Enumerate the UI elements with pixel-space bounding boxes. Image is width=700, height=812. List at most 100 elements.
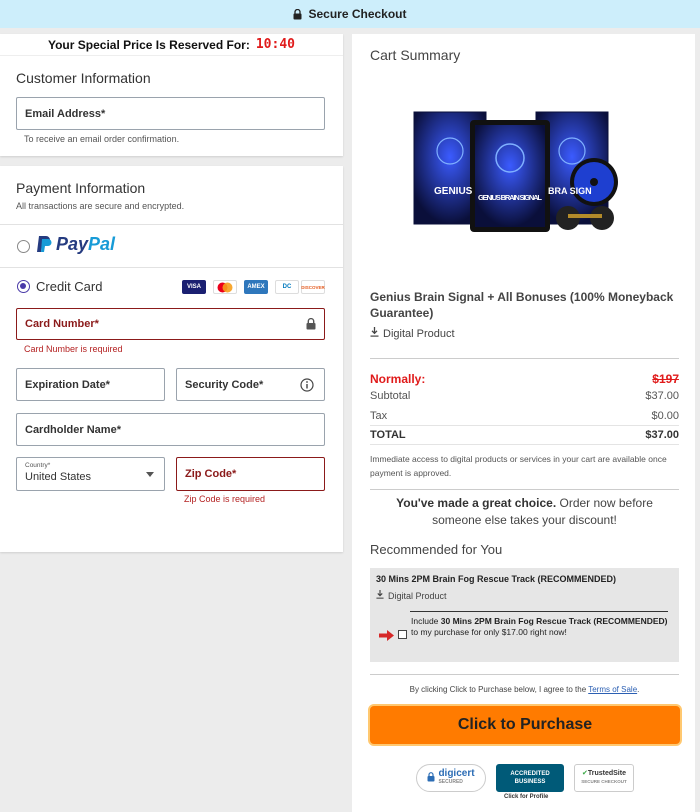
- chevron-down-icon: [146, 472, 154, 477]
- secure-checkout-bar: Secure Checkout: [0, 0, 700, 28]
- cart-summary-title: Cart Summary: [370, 47, 461, 63]
- security-code-field[interactable]: Security Code*: [176, 368, 325, 401]
- product-type: Digital Product: [370, 327, 455, 340]
- divider: [370, 489, 679, 490]
- total-label: TOTAL: [370, 429, 406, 441]
- product-type-label: Digital Product: [383, 327, 455, 340]
- great-choice-message: You've made a great choice. Order now be…: [370, 495, 679, 529]
- mastercard-icon: [213, 280, 237, 294]
- card-number-label: Card Number*: [25, 318, 99, 330]
- payment-info-title: Payment Information: [16, 180, 146, 196]
- normal-price-value: $197: [652, 372, 679, 386]
- diners-icon: DC: [275, 280, 299, 294]
- digicert-lock-icon: [427, 772, 435, 784]
- card-number-field[interactable]: Card Number*: [16, 308, 325, 340]
- credit-card-radio[interactable]: [17, 280, 30, 293]
- agree-text: By clicking Click to Purchase below, I a…: [409, 685, 589, 694]
- email-hint: To receive an email order confirmation.: [24, 134, 180, 144]
- cardholder-label: Cardholder Name*: [25, 423, 121, 436]
- zip-code-error: Zip Code is required: [184, 494, 266, 504]
- include-post: to my purchase for only $17.00 right now…: [411, 627, 567, 637]
- total-row: TOTAL $37.00: [370, 429, 679, 441]
- trust-badges: digicert SECURED ACCREDITED BUSINESS ✔Tr…: [416, 764, 634, 792]
- recommended-item: 30 Mins 2PM Brain Fog Rescue Track (RECO…: [370, 568, 679, 662]
- digicert-label: digicert: [438, 768, 475, 779]
- country-label: Country*: [25, 462, 51, 469]
- include-pre: Include: [411, 616, 441, 626]
- recommended-item-type-label: Digital Product: [388, 590, 447, 601]
- recommended-item-title: 30 Mins 2PM Brain Fog Rescue Track (RECO…: [376, 574, 617, 584]
- click-to-purchase-button[interactable]: Click to Purchase: [368, 704, 682, 746]
- download-icon: [370, 327, 379, 340]
- paypal-text-1: Pay: [56, 234, 89, 254]
- info-icon[interactable]: [300, 378, 314, 395]
- lock-icon: [306, 317, 316, 333]
- product-name: Genius Brain Signal + All Bonuses (100% …: [370, 290, 674, 320]
- recommended-title: Recommended for You: [370, 542, 503, 557]
- product-image-text-2: GENIUS BRAIN SIGNAL: [478, 193, 542, 202]
- download-icon: [376, 590, 384, 601]
- divider: [0, 267, 343, 268]
- tax-value: $0.00: [651, 410, 679, 422]
- subtotal-label: Subtotal: [370, 390, 411, 402]
- discover-icon: DISCOVER: [301, 280, 325, 294]
- product-image-text-3: BRA SIGN: [548, 186, 592, 196]
- zip-code-label: Zip Code*: [185, 468, 237, 480]
- include-upsell-checkbox[interactable]: [398, 630, 407, 639]
- trustedsite-text: TrustedSite: [587, 770, 626, 777]
- terms-of-sale-link[interactable]: Terms of Sale: [588, 685, 637, 694]
- email-field[interactable]: Email Address*: [16, 97, 325, 130]
- email-field-label: Email Address*: [25, 107, 106, 120]
- include-upsell-text[interactable]: Include 30 Mins 2PM Brain Fog Rescue Tra…: [411, 616, 669, 638]
- bbb-label: ACCREDITED BUSINESS: [510, 771, 550, 785]
- normal-price-row: Normally: $197: [370, 372, 679, 386]
- divider: [370, 358, 679, 359]
- customer-info-title: Customer Information: [16, 70, 151, 86]
- zip-code-field[interactable]: Zip Code*: [176, 457, 325, 491]
- product-image: GENIUS GENIUS BRAIN SIGNAL BRA SIGN: [412, 106, 622, 236]
- terms-agreement: By clicking Click to Purchase below, I a…: [370, 685, 679, 694]
- reserve-timer: Your Special Price Is Reserved For: 10:4…: [0, 34, 343, 56]
- timer-countdown: 10:40: [255, 37, 295, 52]
- payment-info-panel: Payment Information All transactions are…: [0, 166, 343, 552]
- lock-icon: [293, 8, 302, 20]
- total-value: $37.00: [645, 429, 679, 441]
- card-number-error: Card Number is required: [24, 344, 123, 354]
- subtotal-row: Subtotal $37.00: [370, 390, 679, 402]
- secure-checkout-label: Secure Checkout: [308, 7, 407, 21]
- divider: [370, 425, 679, 426]
- customer-info-panel: Your Special Price Is Reserved For: 10:4…: [0, 34, 343, 156]
- digicert-badge[interactable]: digicert SECURED: [416, 764, 486, 792]
- payment-subtitle: All transactions are secure and encrypte…: [16, 201, 185, 211]
- bbb-profile-link[interactable]: Click for Profile: [504, 794, 548, 800]
- timer-label: Your Special Price Is Reserved For:: [47, 37, 250, 52]
- checkout-form: Your Special Price Is Reserved For: 10:4…: [0, 34, 343, 552]
- trustedsite-sub: SECURE CHECKOUT: [581, 779, 627, 784]
- cardholder-name-field[interactable]: Cardholder Name*: [16, 413, 325, 446]
- normal-price-label: Normally:: [370, 372, 426, 386]
- agree-end: .: [637, 685, 640, 694]
- paypal-option[interactable]: PayPal: [36, 234, 115, 255]
- product-image-text-1: GENIUS: [434, 186, 473, 197]
- country-value: United States: [25, 471, 92, 483]
- tax-label: Tax: [370, 410, 388, 422]
- great-choice-bold: You've made a great choice.: [396, 496, 557, 510]
- paypal-logo-icon: [36, 235, 52, 253]
- access-note: Immediate access to digital products or …: [370, 454, 667, 478]
- divider: [0, 224, 343, 225]
- visa-icon: VISA: [182, 280, 206, 294]
- amex-icon: AMEX: [244, 280, 268, 294]
- bbb-badge[interactable]: ACCREDITED BUSINESS: [496, 764, 564, 792]
- paypal-text-2: Pal: [88, 234, 116, 254]
- expiration-date-field[interactable]: Expiration Date*: [16, 368, 165, 401]
- trustedsite-label: ✔TrustedSite: [582, 770, 626, 778]
- arrow-right-icon: [379, 628, 394, 644]
- credit-card-label[interactable]: Credit Card: [36, 279, 102, 294]
- digicert-sub: SECURED: [438, 779, 463, 785]
- expiration-label: Expiration Date*: [25, 378, 110, 391]
- trustedsite-badge[interactable]: ✔TrustedSite SECURE CHECKOUT: [574, 764, 634, 792]
- cart-summary-panel: Cart Summary GENIUS GENIUS BRAIN SIGNAL …: [352, 34, 695, 812]
- country-select[interactable]: Country* United States: [16, 457, 165, 491]
- paypal-radio[interactable]: [17, 240, 30, 253]
- include-bold: 30 Mins 2PM Brain Fog Rescue Track (RECO…: [440, 616, 668, 626]
